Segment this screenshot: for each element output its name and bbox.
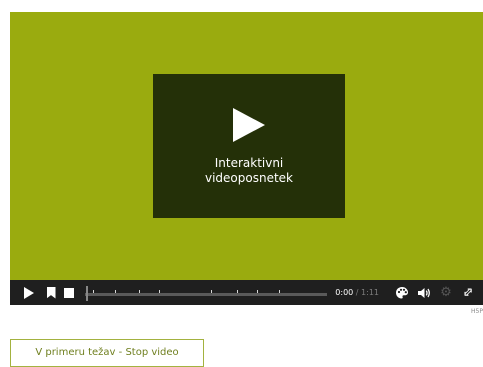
interaction-tick (257, 289, 258, 293)
volume-button[interactable] (415, 284, 433, 302)
progress-handle[interactable] (86, 285, 88, 301)
settings-button[interactable]: ⚙ (437, 284, 455, 302)
interaction-tick (115, 289, 116, 293)
interaction-tick (139, 289, 140, 293)
interaction-tick (159, 289, 160, 293)
palette-icon (396, 286, 408, 298)
time-separator: / (353, 287, 362, 297)
bookmarks-button[interactable] (42, 284, 60, 302)
play-icon (24, 286, 34, 299)
interaction-tick (279, 289, 280, 293)
h5p-logo[interactable]: H5P (457, 306, 483, 318)
video-player[interactable]: Interaktivni videoposnetek (10, 12, 483, 280)
fullscreen-icon: ⇔ (458, 283, 478, 302)
time-display: 0:00 / 1:11 (335, 288, 379, 298)
interaction-tick (211, 289, 212, 293)
volume-icon (418, 287, 430, 298)
timeline[interactable] (85, 284, 328, 302)
video-overlay-card[interactable]: Interaktivni videoposnetek (153, 74, 345, 218)
bookmark-icon (46, 286, 56, 299)
play-icon[interactable] (233, 108, 265, 142)
interaction-tick (93, 289, 94, 293)
video-title: Interaktivni videoposnetek (204, 156, 293, 185)
fullscreen-button[interactable]: ⇔ (458, 283, 478, 302)
time-current: 0:00 (335, 287, 354, 297)
time-total: 1:11 (361, 287, 379, 297)
stop-button[interactable] (60, 284, 78, 302)
stop-icon (64, 287, 74, 298)
stop-video-button[interactable]: V primeru težav - Stop video (10, 339, 204, 367)
gear-icon: ⚙ (440, 285, 452, 300)
progress-track (85, 292, 328, 296)
play-button[interactable] (20, 284, 38, 302)
control-bar: 0:00 / 1:11 ⚙ ⇔ (10, 280, 483, 305)
quality-button[interactable] (393, 284, 411, 302)
interaction-tick (237, 289, 238, 293)
